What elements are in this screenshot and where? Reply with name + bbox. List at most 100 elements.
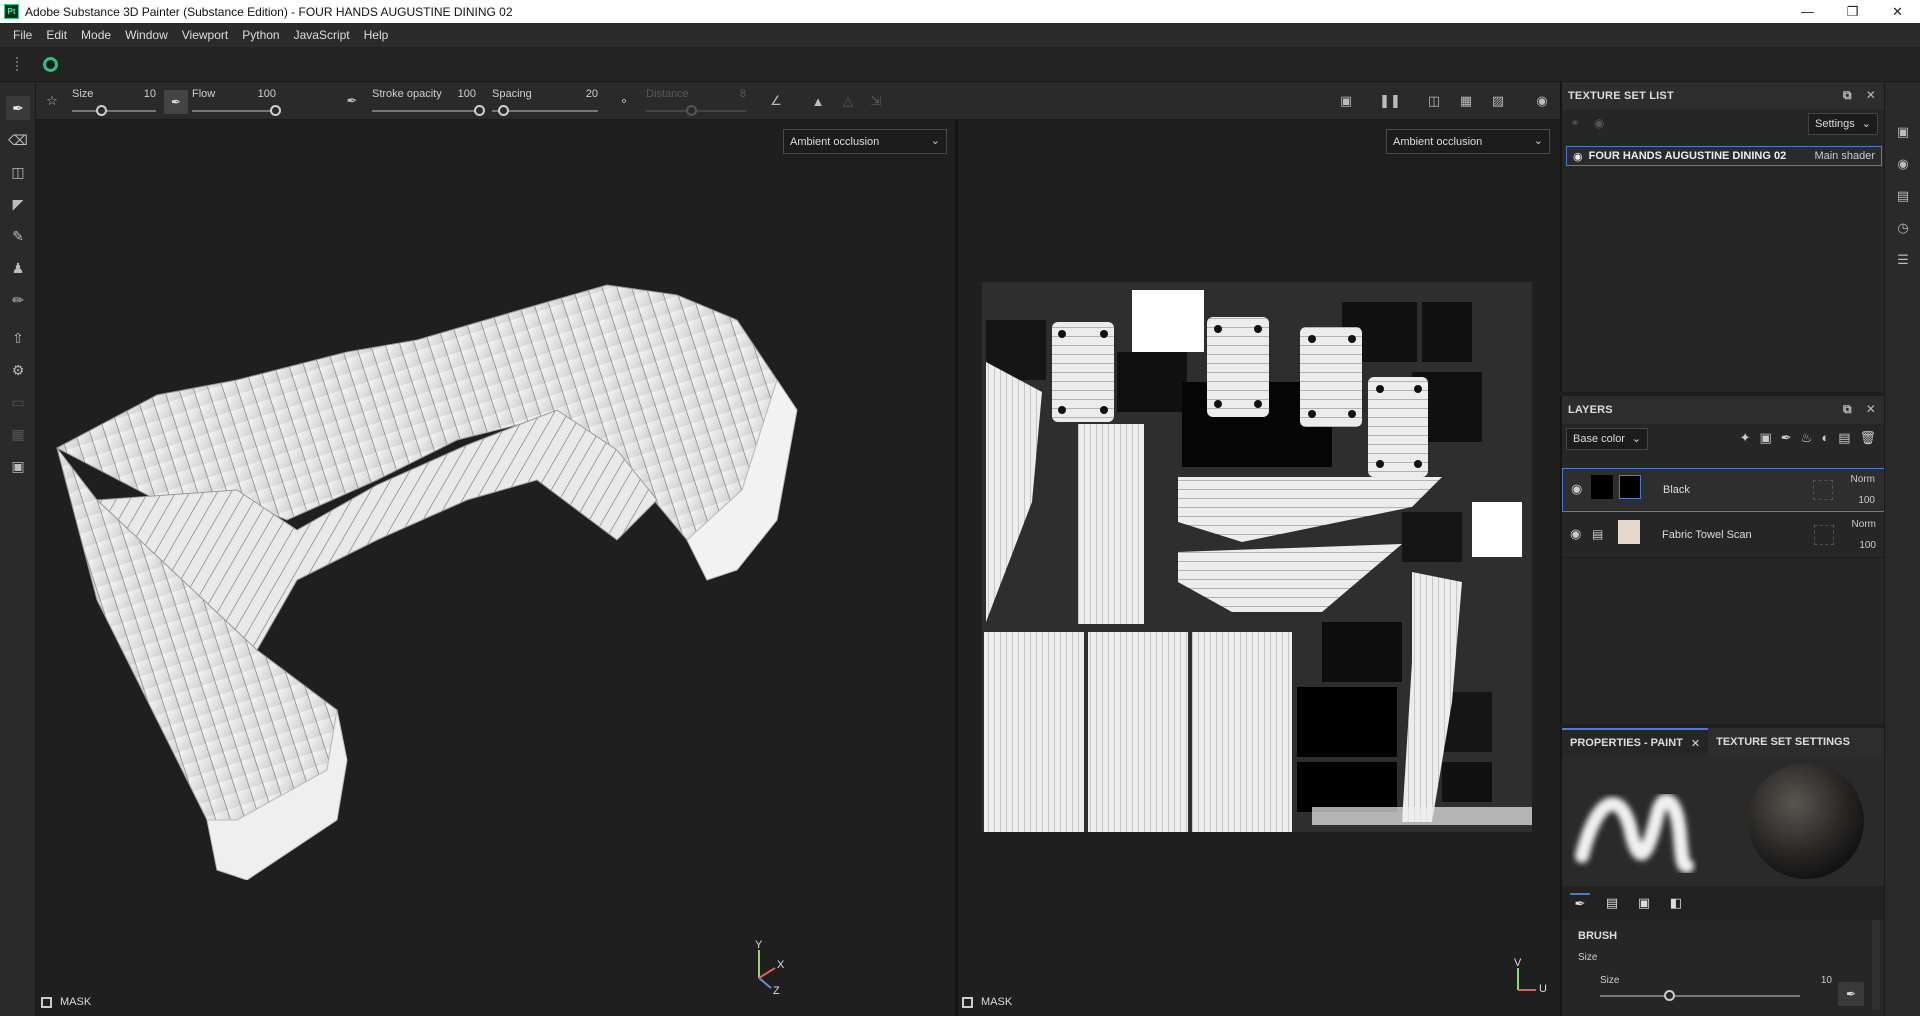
menu-help[interactable]: Help <box>357 28 396 42</box>
menu-edit[interactable]: Edit <box>39 28 74 42</box>
layer-blend-mode[interactable]: Norm <box>1852 519 1876 530</box>
flow-pen-pressure-icon[interactable]: ✒ <box>342 91 362 111</box>
menu-window[interactable]: Window <box>118 28 175 42</box>
layer-opacity[interactable]: 100 <box>1859 540 1876 551</box>
hide-ui-icon[interactable]: ▣ <box>1336 91 1356 111</box>
brush-size-label: Size <box>1600 975 1620 986</box>
stroke-opacity-slider[interactable]: Stroke opacity 100 <box>372 82 485 120</box>
archive-icon[interactable]: ▤ <box>1893 186 1913 206</box>
mirror-symmetry-icon[interactable]: ▲ <box>808 91 828 111</box>
texture-set-settings-dropdown[interactable]: Settings ⌄ <box>1808 113 1878 135</box>
add-effect-icon[interactable]: ✦ <box>1740 430 1751 446</box>
symmetry-tool-icon[interactable]: ☆ <box>42 91 62 111</box>
stroke-opacity-knob[interactable] <box>474 105 485 116</box>
menu-viewport[interactable]: Viewport <box>175 28 235 42</box>
layer-blend-mode[interactable]: Norm <box>1851 474 1875 485</box>
smudge-icon[interactable]: ✎ <box>6 224 30 248</box>
spacing-knob[interactable] <box>498 105 509 116</box>
texture-set-shader[interactable]: Main shader <box>1814 150 1875 162</box>
view-mode-icon[interactable]: ◫ <box>1424 91 1444 111</box>
viewport-3d[interactable]: Ambient occlusion ⌄ Y X Z MASK <box>37 120 955 1016</box>
export-icon[interactable]: ⇧ <box>6 326 30 350</box>
add-mask-icon[interactable]: ▣ <box>1759 430 1771 446</box>
material-tab-icon[interactable]: ◧ <box>1666 893 1686 913</box>
color-picker-icon[interactable]: ✏ <box>6 288 30 312</box>
add-fill-layer-icon[interactable]: ♨ <box>1801 430 1813 446</box>
pause-render-icon[interactable]: ❚❚ <box>1379 91 1401 111</box>
close-panel-icon[interactable]: ✕ <box>1866 88 1876 103</box>
alpha-tab-icon[interactable]: ▤ <box>1602 893 1622 913</box>
history-icon[interactable]: ◷ <box>1893 218 1913 238</box>
menu-javascript[interactable]: JavaScript <box>287 28 357 42</box>
add-smart-material-icon[interactable]: ◐ <box>1821 430 1829 446</box>
flow-track <box>192 110 276 112</box>
camera-icon[interactable]: ▨ <box>1488 91 1508 111</box>
layer-mask-placeholder[interactable] <box>1813 480 1833 500</box>
close-button[interactable]: ✕ <box>1875 0 1920 23</box>
brush-tab-icon[interactable]: ✒ <box>1570 893 1590 913</box>
layer-mask-thumbnail[interactable] <box>1619 475 1641 499</box>
size-knob[interactable] <box>96 105 107 116</box>
paint-brush-icon[interactable]: ✒ <box>6 96 30 120</box>
display-settings-icon[interactable]: ◉ <box>1893 154 1913 174</box>
brush-size-track[interactable] <box>1600 995 1800 997</box>
viewport-2d[interactable]: Ambient occlusion ⌄ V U MASK <box>958 120 1560 1016</box>
menu-file[interactable]: File <box>6 28 39 42</box>
eye-icon[interactable]: ◉ <box>1571 481 1582 497</box>
mask-toggle-3d[interactable]: MASK <box>41 996 91 1008</box>
restore-button[interactable]: ❐ <box>1830 0 1875 23</box>
stencil-tab-icon[interactable]: ▣ <box>1634 893 1654 913</box>
menu-python[interactable]: Python <box>235 28 286 42</box>
texture-set-row[interactable]: ◉ FOUR HANDS AUGUSTINE DINING 02 Main sh… <box>1566 146 1882 166</box>
brush-size-knob[interactable] <box>1664 990 1675 1001</box>
shelf-icon[interactable]: ▣ <box>1893 122 1913 142</box>
delete-layer-icon[interactable]: 🗑 <box>1859 430 1876 446</box>
properties-subtabs: ✒ ▤ ▣ ◧ <box>1562 886 1884 920</box>
angle-icon[interactable]: ∠ <box>766 91 786 111</box>
minimize-button[interactable]: — <box>1785 0 1830 23</box>
log-icon[interactable]: ☰ <box>1893 250 1913 270</box>
close-panel-icon[interactable]: ✕ <box>1866 402 1876 417</box>
float-panel-icon[interactable]: ⧉ <box>1843 402 1852 417</box>
layer-channel-select[interactable]: Base color ⌄ <box>1566 428 1648 450</box>
brush-size-value[interactable]: 10 <box>1821 975 1832 986</box>
add-paint-layer-icon[interactable]: ✒ <box>1781 430 1792 446</box>
properties-scrollbar[interactable] <box>1872 920 1880 1010</box>
screenshot-icon[interactable]: ◉ <box>1532 91 1552 111</box>
menu-mode[interactable]: Mode <box>74 28 118 42</box>
tab-properties-paint[interactable]: PROPERTIES - PAINT ✕ <box>1562 728 1709 756</box>
drag-handle-icon[interactable] <box>16 57 19 71</box>
display-mode-icon[interactable]: ▦ <box>1456 91 1476 111</box>
layer-opacity[interactable]: 100 <box>1858 495 1875 506</box>
tab-texture-set-settings[interactable]: TEXTURE SET SETTINGS <box>1708 728 1858 756</box>
plugin-logo-icon[interactable] <box>43 57 58 72</box>
bake-settings-icon[interactable]: ⚙ <box>6 358 30 382</box>
flow-knob[interactable] <box>270 105 281 116</box>
size-slider[interactable]: Size 10 <box>72 82 156 120</box>
close-tab-icon[interactable]: ✕ <box>1691 737 1700 750</box>
polygon-fill-icon[interactable]: ◤ <box>6 192 30 216</box>
mask-toggle-2d[interactable]: MASK <box>962 996 1012 1008</box>
flow-slider[interactable]: Flow 100 <box>192 82 281 120</box>
clone-stamp-icon[interactable]: ♟ <box>6 256 30 280</box>
viewport-2d-channel-select[interactable]: Ambient occlusion ⌄ <box>1386 129 1550 154</box>
snapshot-icon[interactable]: ▣ <box>6 454 30 478</box>
eye-icon[interactable]: ◉ <box>1570 526 1581 542</box>
size-track <box>72 110 156 112</box>
eye-icon[interactable]: ◉ <box>1573 150 1583 163</box>
viewport-3d-channel-select[interactable]: Ambient occlusion ⌄ <box>783 129 947 154</box>
brush-size-pressure-button[interactable]: ✒ <box>1838 982 1864 1006</box>
layer-mask-placeholder[interactable] <box>1814 525 1834 545</box>
spacing-slider[interactable]: Spacing 20 <box>492 82 598 120</box>
lazy-mouse-icon[interactable]: ∘ <box>614 91 634 111</box>
layer-row-fabric-towel-scan[interactable]: ◉ ▤ Fabric Towel Scan Norm 100 <box>1562 514 1886 558</box>
eraser-icon[interactable]: ⌫ <box>6 128 30 152</box>
material-preview-sphere <box>1748 763 1864 879</box>
size-pen-pressure-button[interactable]: ✒ <box>164 90 188 114</box>
projection-icon[interactable]: ◫ <box>6 160 30 184</box>
mask-checkbox[interactable] <box>41 996 52 1008</box>
layer-row-black[interactable]: ◉ Black Norm 100 <box>1562 468 1886 512</box>
float-panel-icon[interactable]: ⧉ <box>1843 88 1852 103</box>
add-folder-icon[interactable]: ▤ <box>1838 430 1850 446</box>
mask-checkbox[interactable] <box>962 996 973 1008</box>
